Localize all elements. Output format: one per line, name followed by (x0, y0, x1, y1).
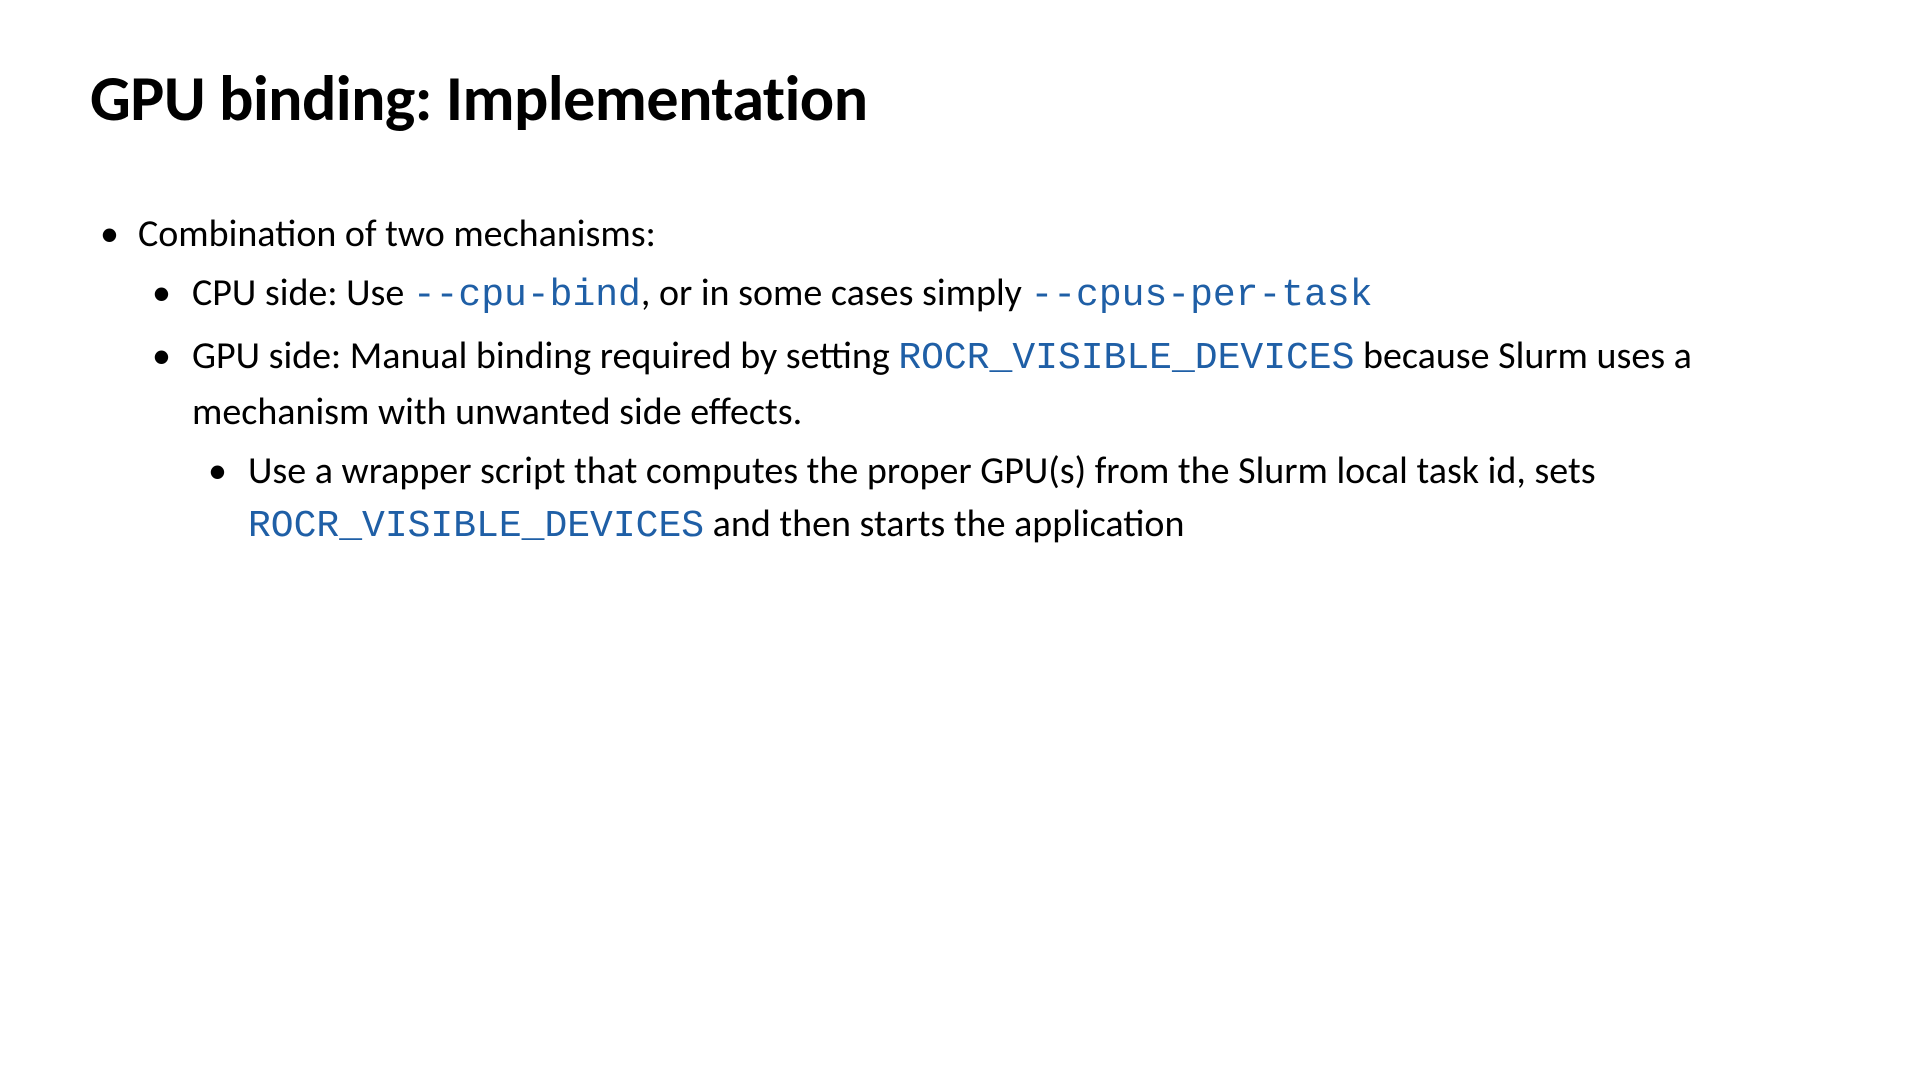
bullet-item: GPU side: Manual binding required by set… (138, 330, 1830, 553)
bullet-item: Use a wrapper script that computes the p… (192, 445, 1830, 553)
slide-title: GPU binding: Implementation (90, 60, 1830, 138)
code-text: --cpus-per-task (1030, 274, 1372, 317)
bullet-text: Combination of two mechanisms: (138, 211, 656, 257)
bullet-list-level-2: CPU side: Use --cpu-bind, or in some cas… (138, 267, 1830, 553)
bullet-item: Combination of two mechanisms: CPU side:… (90, 208, 1830, 553)
bullet-text: and then starts the application (704, 501, 1184, 547)
bullet-text: Use a wrapper script that computes the p… (248, 448, 1596, 494)
bullet-text: CPU side: Use (192, 270, 413, 316)
bullet-item: CPU side: Use --cpu-bind, or in some cas… (138, 267, 1830, 322)
slide-content: Combination of two mechanisms: CPU side:… (90, 208, 1830, 553)
code-text: ROCR_VISIBLE_DEVICES (248, 505, 704, 548)
code-text: --cpu-bind (413, 274, 641, 317)
bullet-list-level-1: Combination of two mechanisms: CPU side:… (90, 208, 1830, 553)
bullet-list-level-3: Use a wrapper script that computes the p… (192, 445, 1830, 553)
code-text: ROCR_VISIBLE_DEVICES (898, 337, 1354, 380)
bullet-text: , or in some cases simply (641, 270, 1031, 316)
bullet-text: GPU side: Manual binding required by set… (192, 333, 898, 379)
